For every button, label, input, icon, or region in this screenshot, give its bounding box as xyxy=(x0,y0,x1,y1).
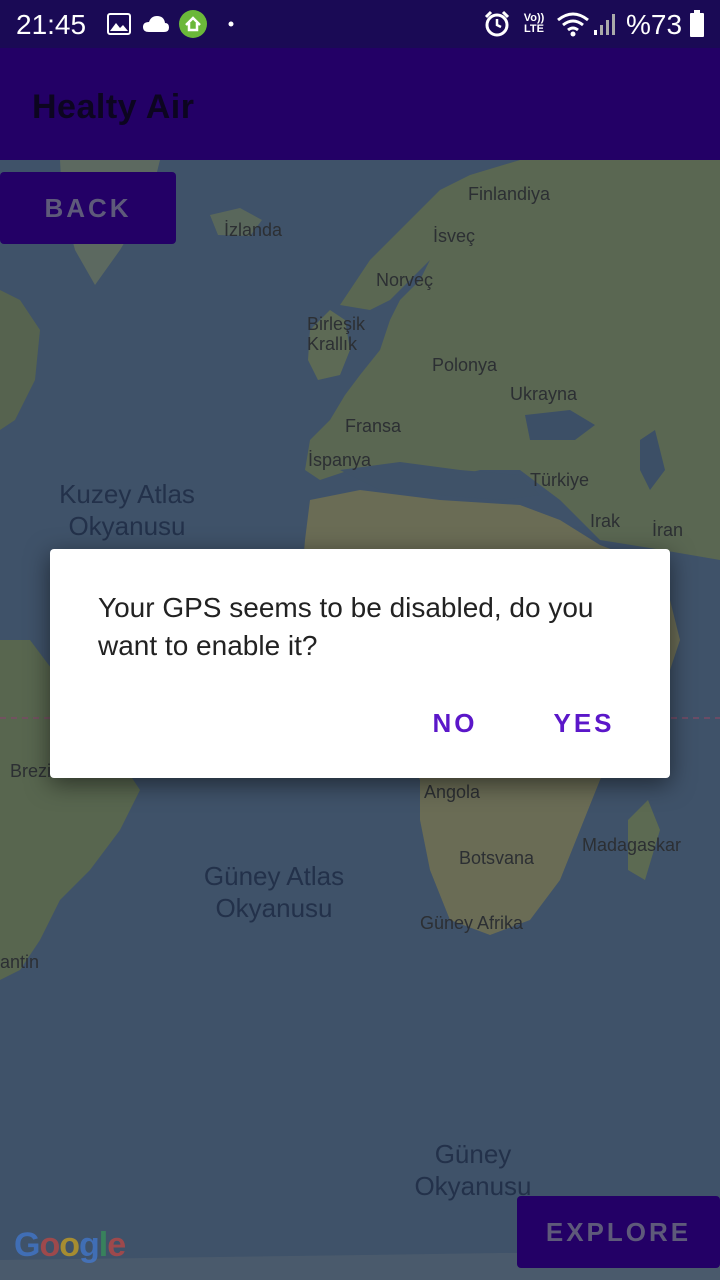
status-bar: 21:45 Vo)) LTE %73 xyxy=(0,0,720,48)
back-button[interactable]: BACK xyxy=(0,172,176,244)
map-label-isvec: İsveç xyxy=(433,226,476,246)
dot-icon xyxy=(226,10,236,38)
map-label-madagaskar: Madagaskar xyxy=(582,835,682,855)
map-label-arjantin: antin xyxy=(0,952,40,972)
app-notification-icon xyxy=(178,10,208,38)
google-logo: Google xyxy=(14,1226,126,1264)
map-label-birlesik-krallik: Birleşik Krallık xyxy=(307,314,366,354)
app-bar: Healty Air xyxy=(0,48,720,160)
signal-icon xyxy=(592,10,618,38)
no-button[interactable]: NO xyxy=(420,699,490,747)
map-label-botsvana: Botsvana xyxy=(459,848,535,868)
image-icon xyxy=(106,10,132,38)
map-label-turkiye: Türkiye xyxy=(530,470,590,490)
alarm-icon xyxy=(482,10,512,38)
map-label-guney-afrika: Güney Afrika xyxy=(420,913,524,933)
map-label-iran: İran xyxy=(652,520,684,540)
ocean-label-guney-atlas: Güney Atlas Okyanusu xyxy=(203,861,345,923)
status-time: 21:45 xyxy=(16,9,87,40)
dialog-message: Your GPS seems to be disabled, do you wa… xyxy=(98,592,594,661)
map-label-fransa: Fransa xyxy=(345,416,402,436)
map-label-irak: Irak xyxy=(590,511,621,531)
map-label-polonya: Polonya xyxy=(432,355,498,375)
yes-button[interactable]: YES xyxy=(544,699,624,747)
volte-icon: Vo)) LTE xyxy=(523,12,545,35)
ocean-label-guney-okyanusu: Güney Okyanusu xyxy=(414,1139,532,1201)
app-title: Healty Air xyxy=(32,88,195,126)
cloud-icon xyxy=(142,10,170,38)
battery-percent: %73 xyxy=(626,9,683,40)
map-label-finlandiya: Finlandiya xyxy=(468,184,551,204)
map-label-angola: Angola xyxy=(424,782,481,802)
battery-icon xyxy=(688,10,706,38)
gps-dialog: Your GPS seems to be disabled, do you wa… xyxy=(50,549,670,778)
map-label-ukrayna: Ukrayna xyxy=(510,384,578,404)
map-label-ispanya: İspanya xyxy=(308,450,372,470)
map-label-izlanda: İzlanda xyxy=(224,220,283,240)
wifi-icon xyxy=(556,10,590,38)
ocean-label-kuzey-atlas: Kuzey Atlas Okyanusu xyxy=(59,479,195,541)
explore-button[interactable]: EXPLORE xyxy=(517,1196,720,1268)
map-label-norvec: Norveç xyxy=(376,270,434,290)
map-label-brezilya: Brezi xyxy=(10,761,52,781)
